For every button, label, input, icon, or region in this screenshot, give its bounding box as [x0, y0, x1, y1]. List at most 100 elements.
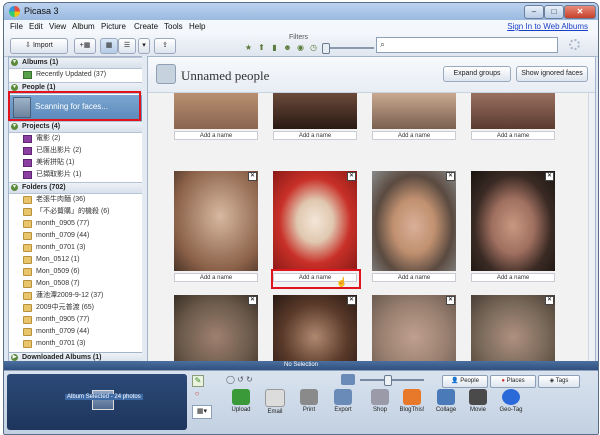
thumbnail-size-thumb[interactable] [384, 375, 392, 386]
add-name-field[interactable]: Add a name [471, 131, 555, 140]
title-bar[interactable]: Picasa 3 – □ ✕ [4, 3, 598, 20]
export-button[interactable]: Export [329, 389, 357, 413]
collage-button[interactable]: Collage [432, 389, 460, 413]
geotag-filter-icon[interactable]: ◉ [296, 43, 305, 52]
face-photo[interactable] [372, 171, 456, 271]
email-button[interactable]: Email [261, 389, 289, 415]
hold-pin-icon[interactable]: ✎ [192, 375, 204, 387]
folder-item[interactable]: month_0709 (44) [9, 326, 142, 338]
tags-tab-button[interactable]: ◈ Tags [538, 375, 580, 388]
face-photo[interactable] [174, 93, 258, 129]
face-photo[interactable] [372, 295, 456, 364]
expand-groups-button[interactable]: Expand groups [443, 66, 511, 82]
folder-item[interactable]: month_0701 (3) [9, 338, 142, 350]
blogthis-button[interactable]: BlogThis! [398, 389, 426, 413]
places-tab-button[interactable]: ● Places [490, 375, 536, 388]
menu-edit[interactable]: Edit [29, 22, 43, 31]
album-item[interactable]: Recently Updated (37) [9, 69, 142, 81]
print-button[interactable]: Print [295, 389, 323, 413]
project-item[interactable]: 電影 (2) [9, 133, 142, 145]
folder-item[interactable]: Mon_0508 (7) [9, 278, 142, 290]
folder-item[interactable]: 「不必贅購」的機殺 (6) [9, 206, 142, 218]
people-tab-button[interactable]: 👤 People [442, 375, 488, 388]
ignore-face-button[interactable]: ✕ [248, 296, 257, 305]
face-photo[interactable] [471, 93, 555, 129]
movie-button[interactable]: Movie [464, 389, 492, 413]
clear-tray-icon[interactable]: ○ [192, 389, 202, 399]
add-name-field[interactable]: Add a name [372, 131, 456, 140]
folder-item[interactable]: 2009中元普渡 (65) [9, 302, 142, 314]
face-photo[interactable] [273, 171, 357, 271]
add-name-field[interactable]: Add a name [273, 131, 357, 140]
share-button[interactable]: ⇪ [154, 38, 176, 54]
thumbnail-size-slider[interactable] [360, 379, 424, 381]
ignore-face-button[interactable]: ✕ [347, 172, 356, 181]
starred-filter-icon[interactable]: ★ [244, 43, 253, 52]
add-name-field[interactable]: Add a name [174, 131, 258, 140]
face-photo[interactable] [471, 295, 555, 364]
face-photo[interactable] [471, 171, 555, 271]
face-tile[interactable]: ✕ [273, 295, 357, 364]
movie-filter-icon[interactable]: ▮ [270, 43, 279, 52]
project-item[interactable]: 已匯出影片 (2) [9, 145, 142, 157]
close-button[interactable]: ✕ [564, 5, 596, 19]
folder-item[interactable]: Mon_0512 (1) [9, 254, 142, 266]
face-tile[interactable]: Add a name [174, 93, 258, 140]
ignore-face-button[interactable]: ✕ [446, 296, 455, 305]
ignore-face-button[interactable]: ✕ [545, 296, 554, 305]
new-album-button[interactable]: +▦ [74, 38, 96, 54]
face-tile[interactable]: ✕ Add a name [471, 171, 555, 283]
sign-in-link[interactable]: Sign In to Web Albums [507, 22, 588, 31]
face-tile[interactable]: ✕ [471, 295, 555, 364]
folder-item[interactable]: Mon_0509 (6) [9, 266, 142, 278]
folder-item[interactable]: month_0701 (3) [9, 242, 142, 254]
minimize-button[interactable]: – [524, 5, 544, 19]
add-name-field[interactable]: Add a name [471, 273, 555, 282]
import-button[interactable]: ⇩ Import [10, 38, 68, 54]
menu-view[interactable]: View [49, 22, 66, 31]
ignore-face-button[interactable]: ✕ [446, 172, 455, 181]
add-name-field[interactable]: Add a name [174, 273, 258, 282]
time-filter-icon[interactable]: ◷ [309, 43, 318, 52]
search-input[interactable]: ⌕ [376, 37, 558, 53]
ignore-face-button[interactable]: ✕ [248, 172, 257, 181]
folders-section-header[interactable]: ▼ Folders (702) [9, 182, 142, 194]
face-tile[interactable]: ✕ Add a name [174, 171, 258, 283]
folder-item[interactable]: 蓮池潭2009-9-12 (37) [9, 290, 142, 302]
uploaded-filter-icon[interactable]: ⬆ [257, 43, 266, 52]
ignore-face-button[interactable]: ✕ [347, 296, 356, 305]
grid-view-button[interactable]: ▦ [100, 38, 118, 54]
menu-album[interactable]: Album [72, 22, 95, 31]
face-tile[interactable]: ✕ Add a name [273, 171, 357, 283]
date-slider-thumb[interactable] [322, 43, 330, 54]
face-tile[interactable]: ✕ [372, 295, 456, 364]
face-tile[interactable]: Add a name [372, 93, 456, 140]
face-photo[interactable] [273, 93, 357, 129]
face-tile[interactable]: ✕ [174, 295, 258, 364]
shop-button[interactable]: Shop [366, 389, 394, 413]
maximize-button[interactable]: □ [544, 5, 564, 19]
ignore-face-button[interactable]: ✕ [545, 172, 554, 181]
show-ignored-faces-button[interactable]: Show ignored faces [516, 66, 588, 82]
project-item[interactable]: 美術拼貼 (1) [9, 157, 142, 169]
album-thumbnail[interactable] [92, 390, 114, 410]
project-item[interactable]: 已擷取影片 (1) [9, 169, 142, 181]
view-options-button[interactable]: ▾ [138, 38, 150, 54]
rotate-icons[interactable]: ◯ ↺ ↻ [226, 375, 253, 384]
add-name-field[interactable]: Add a name [372, 273, 456, 282]
upload-button[interactable]: Upload [227, 389, 255, 413]
face-photo[interactable] [273, 295, 357, 364]
menu-help[interactable]: Help [189, 22, 205, 31]
menu-create[interactable]: Create [134, 22, 158, 31]
face-tile[interactable]: Add a name [471, 93, 555, 140]
face-photo[interactable] [372, 93, 456, 129]
folder-item[interactable]: month_0709 (44) [9, 230, 142, 242]
face-photo[interactable] [174, 295, 258, 364]
projects-section-header[interactable]: ▼ Projects (4) [9, 121, 142, 133]
face-tile[interactable]: ✕ Add a name [372, 171, 456, 283]
faces-scrollbar[interactable] [588, 93, 595, 364]
tree-view-button[interactable]: ☰ [118, 38, 136, 54]
face-filter-icon[interactable]: ☻ [283, 43, 292, 52]
face-tile[interactable]: Add a name [273, 93, 357, 140]
folder-item[interactable]: month_0905 (77) [9, 218, 142, 230]
